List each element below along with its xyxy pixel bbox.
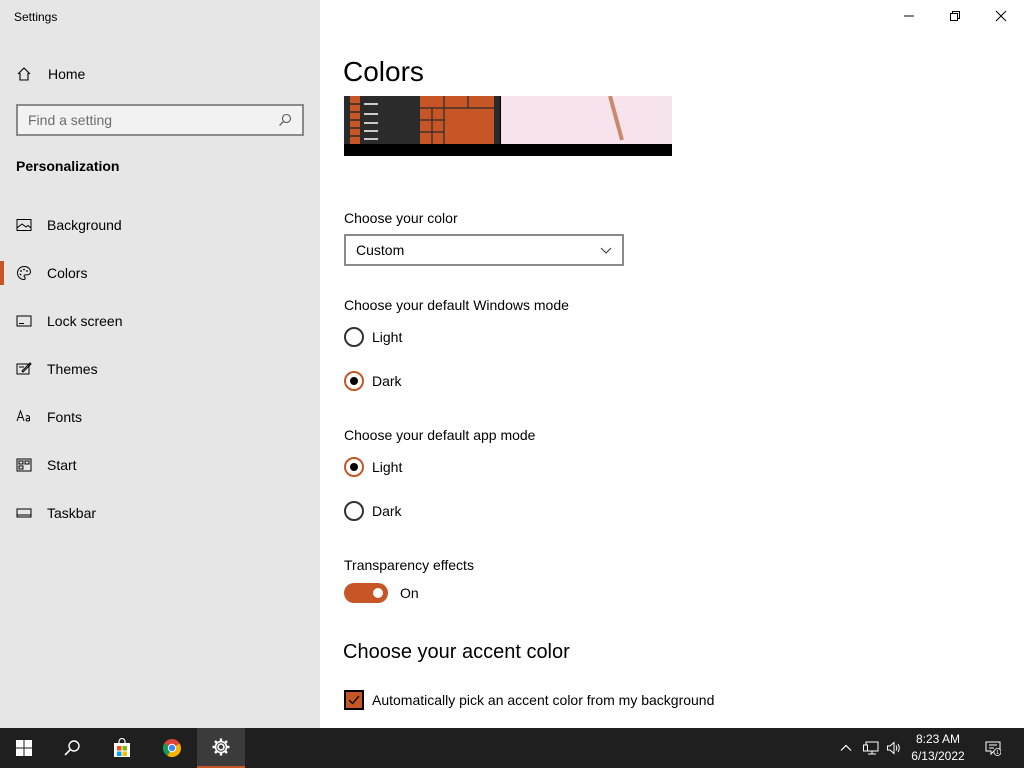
app-mode-dark-radio[interactable]: Dark xyxy=(344,501,402,521)
home-icon xyxy=(17,67,31,81)
themes-icon xyxy=(16,362,32,375)
transparency-row: On xyxy=(344,583,419,603)
radio-label: Light xyxy=(372,329,403,345)
network-button[interactable] xyxy=(861,738,881,758)
chrome-button[interactable] xyxy=(148,728,196,768)
clock-date: 6/13/2022 xyxy=(911,749,965,763)
home-link[interactable]: Home xyxy=(16,62,85,86)
search-box[interactable] xyxy=(16,104,304,136)
speaker-icon xyxy=(887,741,900,755)
fonts-icon xyxy=(16,409,30,422)
taskbar: 8:23 AM 6/13/2022 1 xyxy=(0,728,1024,768)
taskbar-clock[interactable]: 8:23 AM 6/13/2022 xyxy=(904,731,972,765)
sidebar-item-fonts[interactable]: Fonts xyxy=(0,393,320,441)
sidebar-item-label: Fonts xyxy=(47,409,83,425)
store-button[interactable] xyxy=(98,728,146,768)
theme-preview-image xyxy=(344,96,672,144)
sidebar-item-label: Start xyxy=(47,457,77,473)
radio-label: Light xyxy=(372,459,403,475)
sidebar-item-start[interactable]: Start xyxy=(0,441,320,489)
notification-count: 1 xyxy=(996,750,999,756)
sidebar-item-label: Lock screen xyxy=(47,313,123,329)
auto-accent-checkbox[interactable] xyxy=(344,690,364,710)
taskbar-search-button[interactable] xyxy=(48,728,96,768)
network-icon xyxy=(863,741,879,755)
auto-accent-checkbox-row[interactable]: Automatically pick an accent color from … xyxy=(344,690,714,710)
sidebar-nav: Background Colors Lock screen Themes Fon… xyxy=(0,201,320,537)
palette-icon xyxy=(17,266,32,281)
color-preview xyxy=(344,96,672,156)
app-title: Settings xyxy=(14,10,58,24)
radio-circle xyxy=(344,327,364,347)
sidebar-item-colors[interactable]: Colors xyxy=(0,249,320,297)
sidebar-item-label: Background xyxy=(47,217,122,233)
app-mode-label: Choose your default app mode xyxy=(344,427,536,443)
notification-icon: 1 xyxy=(985,741,1001,756)
volume-button[interactable] xyxy=(884,738,904,758)
windows-logo-icon xyxy=(16,740,32,756)
search-icon xyxy=(64,740,80,756)
radio-circle xyxy=(344,501,364,521)
clock-time: 8:23 AM xyxy=(915,732,961,746)
page-title: Colors xyxy=(343,56,424,87)
start-icon xyxy=(16,458,32,472)
show-hidden-icons-button[interactable] xyxy=(836,738,856,758)
choose-color-dropdown[interactable]: Custom xyxy=(344,234,624,266)
choose-color-label: Choose your color xyxy=(344,210,458,226)
checkmark-icon xyxy=(348,695,360,705)
picture-icon xyxy=(16,219,32,231)
lock-screen-icon xyxy=(16,315,32,327)
main-content: Colors Choose your color Custom Choose y… xyxy=(320,0,1024,728)
search-input[interactable] xyxy=(28,112,278,128)
app-mode-light-radio[interactable]: Light xyxy=(344,457,402,477)
sidebar-item-label: Themes xyxy=(47,361,98,377)
radio-circle-selected xyxy=(344,457,364,477)
choose-color-value: Custom xyxy=(356,242,405,258)
chevron-up-icon xyxy=(840,744,852,751)
sidebar-item-background[interactable]: Background xyxy=(0,201,320,249)
radio-label: Dark xyxy=(372,373,402,389)
transparency-toggle[interactable] xyxy=(344,583,388,603)
chevron-down-icon xyxy=(600,247,612,254)
sidebar: Settings Home Personalization Background… xyxy=(0,0,320,728)
chrome-icon xyxy=(162,739,181,758)
radio-circle-selected xyxy=(344,371,364,391)
transparency-state: On xyxy=(400,585,419,601)
sidebar-item-label: Colors xyxy=(47,265,88,281)
sidebar-item-themes[interactable]: Themes xyxy=(0,345,320,393)
auto-accent-label: Automatically pick an accent color from … xyxy=(372,692,715,708)
windows-mode-dark-radio[interactable]: Dark xyxy=(344,371,402,391)
start-button[interactable] xyxy=(0,728,48,768)
taskbar-icon xyxy=(16,508,32,518)
action-center-button[interactable]: 1 xyxy=(983,738,1003,758)
sidebar-item-lock-screen[interactable]: Lock screen xyxy=(0,297,320,345)
search-icon[interactable] xyxy=(278,113,292,127)
windows-mode-light-radio[interactable]: Light xyxy=(344,327,402,347)
home-label: Home xyxy=(48,66,86,82)
section-title: Personalization xyxy=(16,158,120,174)
settings-app-button[interactable] xyxy=(197,728,245,768)
sidebar-item-taskbar[interactable]: Taskbar xyxy=(0,489,320,537)
sidebar-item-label: Taskbar xyxy=(47,505,97,521)
windows-mode-label: Choose your default Windows mode xyxy=(344,297,569,313)
gear-icon xyxy=(212,738,230,756)
store-icon xyxy=(114,738,130,757)
radio-label: Dark xyxy=(372,503,402,519)
transparency-label: Transparency effects xyxy=(344,557,474,573)
accent-color-heading: Choose your accent color xyxy=(343,641,570,663)
